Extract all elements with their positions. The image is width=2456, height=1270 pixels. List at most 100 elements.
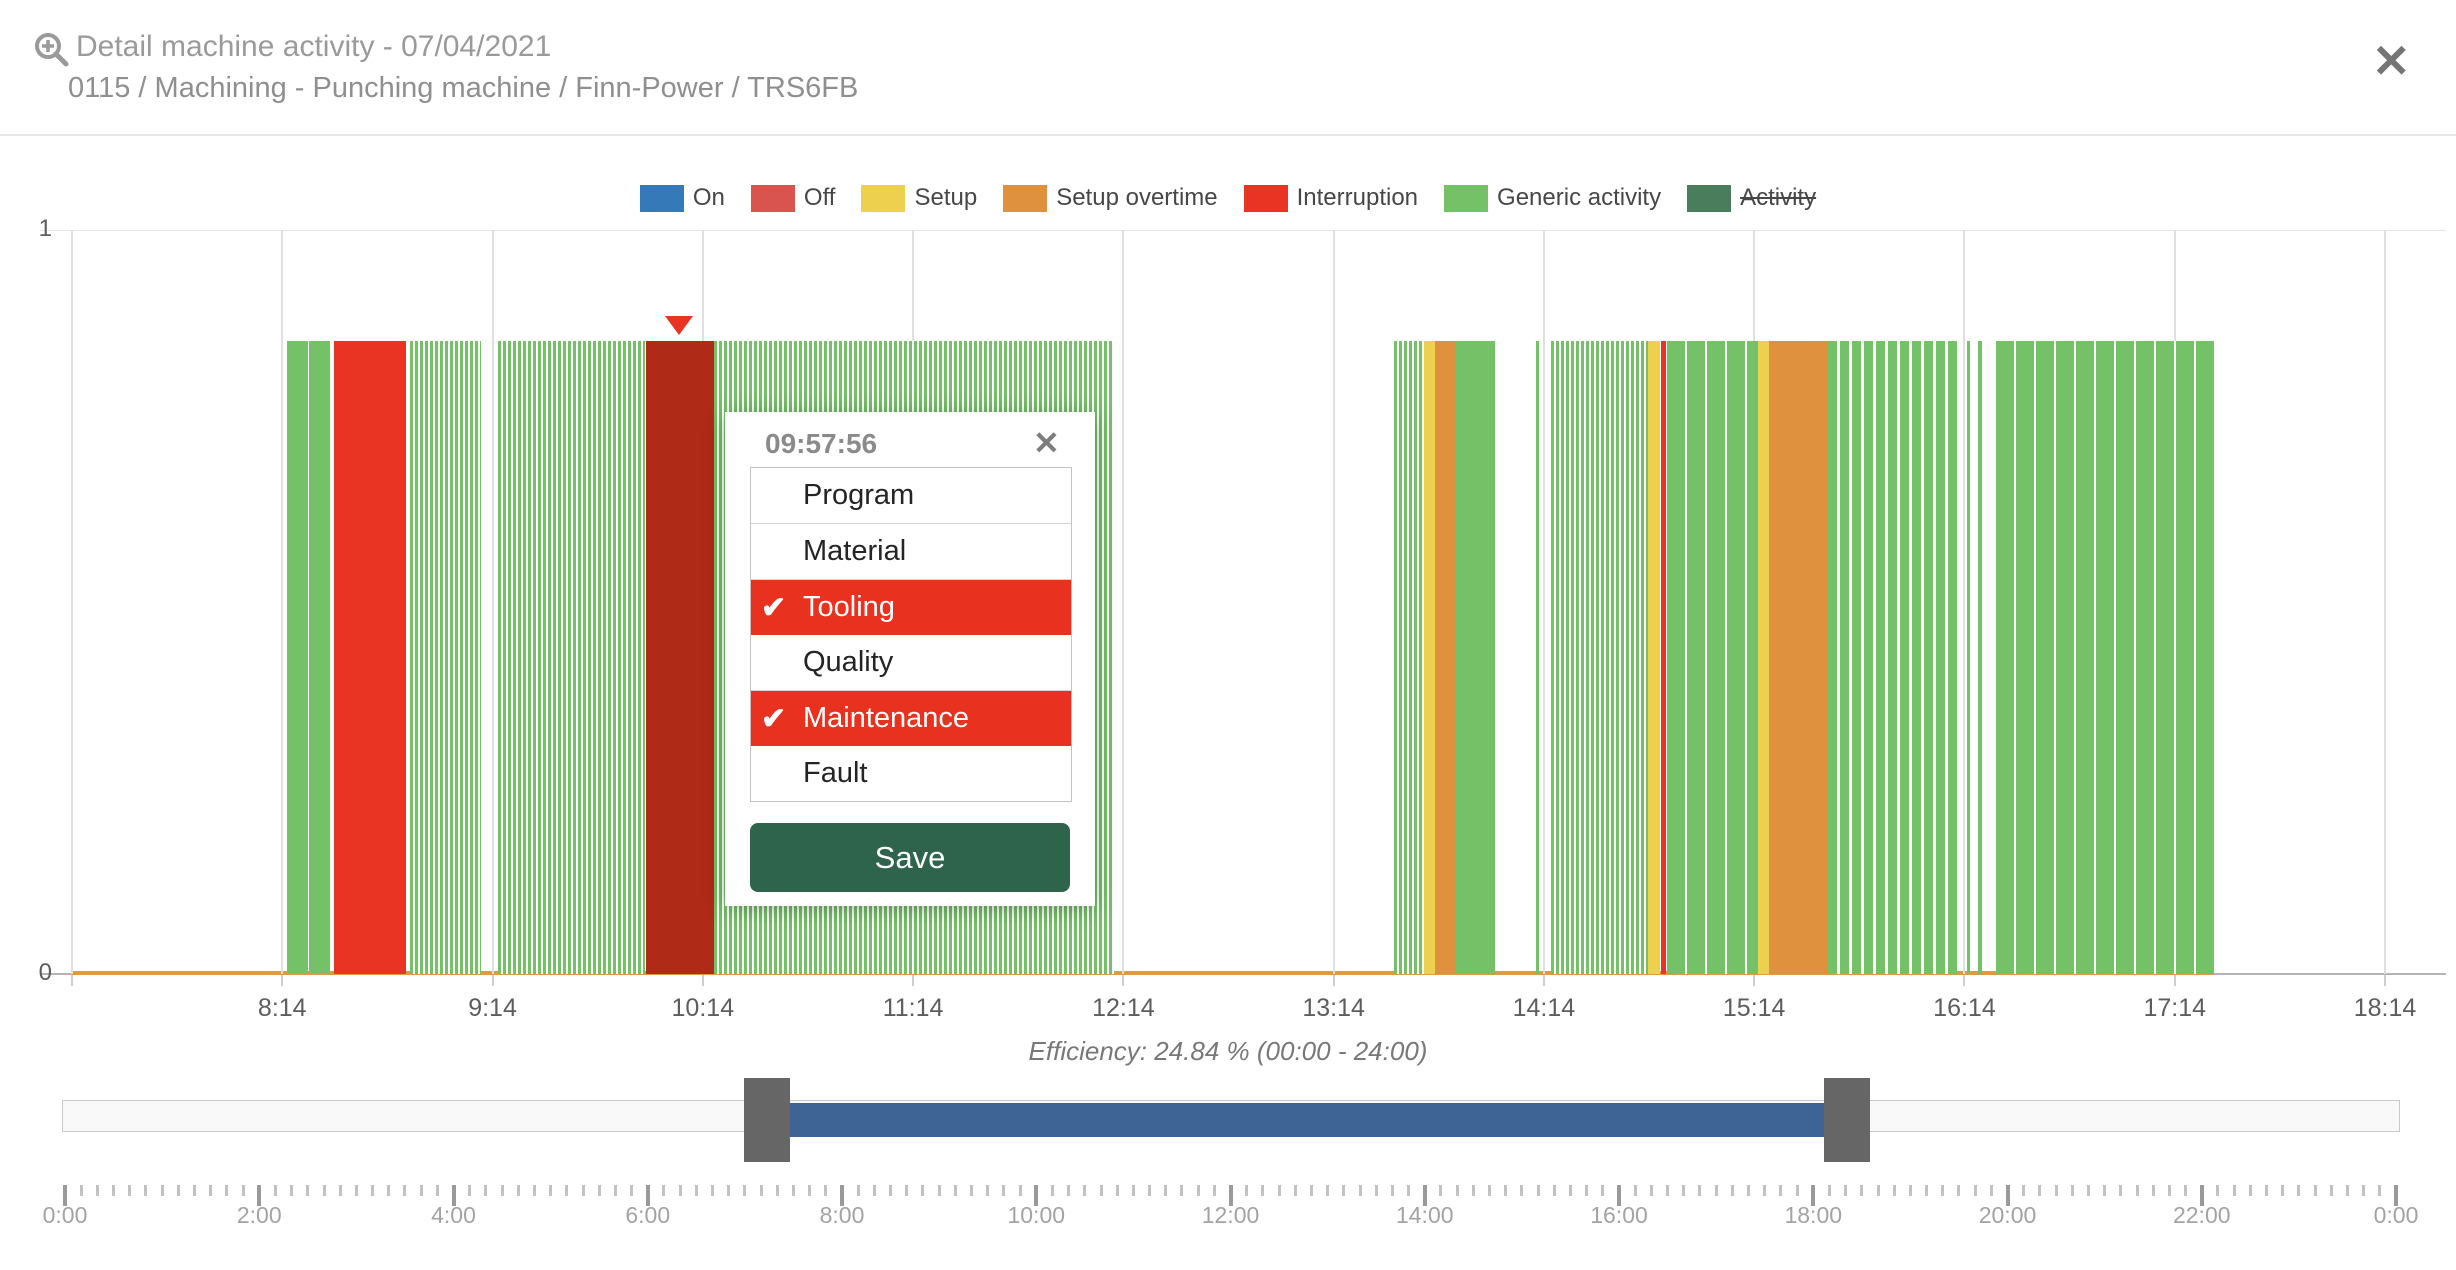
ruler-minor-tick [824,1185,828,1196]
activity-segment-generic_activity[interactable] [1828,341,1958,974]
legend-item-setup[interactable]: Setup [861,184,977,212]
ruler-label: 4:00 [431,1202,476,1228]
ruler-minor-tick [160,1185,164,1196]
popup-option-fault[interactable]: Fault [751,746,1071,801]
activity-segment-generic_activity[interactable] [309,341,330,974]
x-axis-label: 18:14 [2353,994,2417,1022]
ruler-minor-tick [1666,1185,1670,1196]
ruler-minor-tick [743,1185,747,1196]
ruler-label: 0:00 [2373,1202,2419,1228]
ruler-minor-tick [1261,1185,1265,1196]
activity-segment-setup[interactable] [1424,341,1435,974]
popup-option-label: Quality [803,646,894,678]
legend-item-generic-activity[interactable]: Generic activity [1444,184,1661,212]
activity-segment-setup_overtime[interactable] [1769,341,1829,974]
ruler-minor-tick [1342,1185,1346,1196]
ruler-minor-tick [1698,1185,1702,1196]
ruler-minor-tick [1892,1185,1896,1196]
ruler-minor-tick [1536,1185,1540,1196]
ruler-minor-tick [79,1185,83,1196]
popup-option-quality[interactable]: Quality [751,635,1071,691]
ruler-minor-tick [694,1185,698,1196]
activity-segment-setup[interactable] [1648,341,1660,974]
activity-segment-generic_activity[interactable] [286,341,308,974]
ruler-minor-tick [1520,1185,1524,1196]
legend-label: On [692,184,725,211]
ruler-minor-tick [1309,1185,1313,1196]
time-range-slider-selected-range[interactable] [766,1103,1848,1137]
legend-item-activity[interactable]: Activity [1687,184,1816,212]
slider-handle-right[interactable] [1824,1078,1871,1162]
ruler-minor-tick [1390,1185,1394,1196]
ruler-minor-tick [1471,1185,1475,1196]
popup-option-program[interactable]: Program [751,468,1071,524]
x-axis-tick [1332,975,1335,986]
ruler-minor-tick [338,1185,342,1196]
ruler-minor-tick [2070,1185,2074,1196]
ruler-minor-tick [1439,1185,1443,1196]
activity-segment-generic_activity[interactable] [1550,341,1649,974]
x-axis-tick [701,975,704,986]
ruler-minor-tick [678,1185,682,1196]
x-axis-tick [491,975,494,986]
activity-segment-generic_activity[interactable] [1996,341,2214,974]
ruler-minor-tick [176,1185,180,1196]
interruption-popup: 09:57:56 ✕ Program Material ✔ Tooling Qualit… [725,412,1095,906]
ruler-minor-tick [468,1185,472,1196]
x-axis-tick [1963,975,1966,986]
ruler-minor-tick [2022,1185,2026,1196]
activity-segment-generic_activity[interactable] [1535,341,1539,974]
ruler-minor-tick [2135,1185,2139,1196]
activity-segment-interruption[interactable] [1660,341,1667,974]
activity-segment-generic_activity[interactable] [498,341,646,974]
activity-segment-generic_activity[interactable] [1966,341,1971,974]
legend-item-on[interactable]: On [639,184,725,212]
x-axis-label: 17:14 [2143,994,2206,1022]
ruler-minor-tick [1277,1185,1281,1196]
ruler-minor-tick [1196,1185,1200,1196]
legend-item-interruption[interactable]: Interruption [1243,184,1418,212]
gridline [2384,230,2386,974]
ruler-minor-tick [613,1185,617,1196]
activity-segment-generic_activity[interactable] [1667,341,1758,974]
y-axis-label: 0 [38,959,52,986]
ruler-minor-tick [1002,1185,1006,1196]
ruler-minor-tick [273,1185,277,1196]
x-axis-label: 12:14 [1092,994,1155,1022]
activity-segment-interruption_selected[interactable] [646,341,714,974]
legend-item-setup-overtime[interactable]: Setup overtime [1003,184,1218,212]
x-axis-label: 11:14 [882,994,944,1022]
activity-segment-setup_overtime[interactable] [1434,341,1456,974]
slider-handle-left[interactable] [743,1078,790,1162]
modal-close-button[interactable]: ✕ [2372,38,2411,84]
popup-option-maintenance[interactable]: ✔ Maintenance [751,691,1071,746]
ruler-minor-tick [1989,1185,1993,1196]
page-title: Detail machine activity - 07/04/2021 [76,30,552,63]
activity-segment-generic_activity[interactable] [1393,341,1425,974]
x-axis-label: 15:14 [1722,994,1786,1022]
check-icon: ✔ [761,591,787,624]
ruler-label: 20:00 [1978,1202,2037,1228]
activity-segment-interruption[interactable] [334,341,406,974]
header-divider [0,134,2456,136]
popup-close-button[interactable]: ✕ [1033,424,1060,462]
activity-segment-generic_activity[interactable] [1455,341,1495,974]
save-button[interactable]: Save [750,823,1070,892]
ruler-label: 18:00 [1784,1202,1843,1228]
zoom-in-icon [32,30,72,75]
ruler-minor-tick [1860,1185,1864,1196]
popup-option-tooling[interactable]: ✔ Tooling [751,580,1071,635]
ruler-minor-tick [597,1185,601,1196]
popup-option-label: Fault [803,757,868,789]
ruler-label: 2:00 [236,1202,282,1228]
activity-segment-generic_activity[interactable] [1978,341,1982,974]
legend-item-off[interactable]: Off [750,184,835,212]
popup-time-label: 09:57:56 [765,428,878,459]
ruler-minor-tick [2086,1185,2090,1196]
activity-segment-setup[interactable] [1757,341,1770,974]
ruler-minor-tick [241,1185,245,1196]
ruler-label: 22:00 [2172,1202,2231,1228]
ruler-minor-tick [2054,1185,2058,1196]
activity-segment-generic_activity[interactable] [409,341,482,974]
popup-option-material[interactable]: Material [751,524,1071,580]
